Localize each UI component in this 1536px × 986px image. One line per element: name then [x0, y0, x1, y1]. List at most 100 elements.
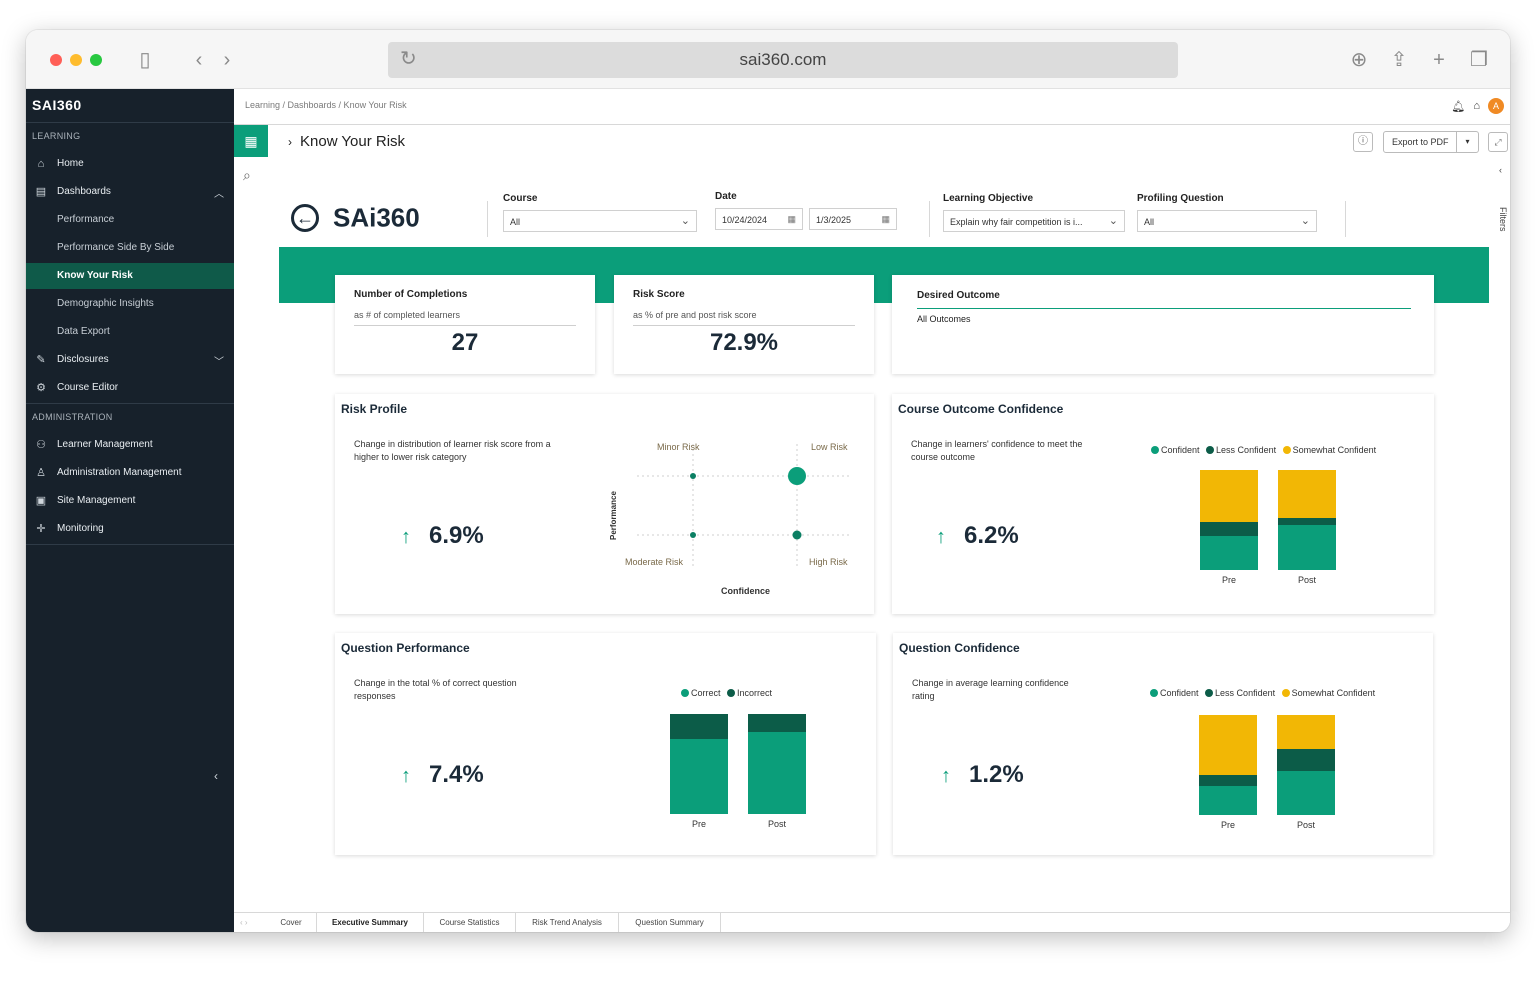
bar-segment[interactable]	[1278, 518, 1336, 525]
bar-segment[interactable]	[1277, 715, 1335, 749]
bar-segment[interactable]	[1199, 715, 1257, 775]
avatar[interactable]: A	[1488, 98, 1504, 114]
question-performance-bar-chart[interactable]: Pre Post	[658, 712, 818, 838]
kpi-title: Number of Completions	[354, 289, 468, 300]
bar-segment[interactable]	[748, 714, 806, 732]
bar-segment[interactable]	[1200, 522, 1258, 536]
outcome-value[interactable]: All Outcomes	[917, 314, 971, 324]
question-confidence-bar-chart[interactable]: Pre Post	[1187, 713, 1347, 839]
bar-segment[interactable]	[1278, 470, 1336, 518]
bell-icon[interactable]: 🔔︎	[1451, 100, 1465, 113]
tab-cover[interactable]: Cover	[266, 913, 317, 932]
legend-correct[interactable]: Correct	[681, 688, 721, 698]
sidebar-item-performance-side-by-side[interactable]: Performance Side By Side	[26, 235, 234, 261]
objective-select[interactable]: Explain why fair competition is i... ⌄	[943, 210, 1125, 232]
bar-segment[interactable]	[1200, 470, 1258, 522]
tabs-overview-icon[interactable]: ❐	[1466, 47, 1492, 73]
bar-segment[interactable]	[1278, 525, 1336, 570]
expand-icon[interactable]: ⤢	[1488, 132, 1508, 152]
category-label: Pre	[1222, 575, 1236, 585]
date-from-input[interactable]: 10/24/2024 ▦	[715, 208, 803, 230]
sidebar-item-course-editor[interactable]: ⚙ Course Editor	[26, 375, 234, 401]
filters-pane-toggle[interactable]: ‹ Filters	[1495, 165, 1510, 285]
tab-course-statistics[interactable]: Course Statistics	[424, 913, 516, 932]
sidebar-item-performance[interactable]: Performance	[26, 207, 234, 233]
legend-incorrect[interactable]: Incorrect	[727, 688, 772, 698]
sidebar-item-know-your-risk[interactable]: Know Your Risk	[26, 263, 234, 289]
sidebar-item-administration-management[interactable]: ♙ Administration Management	[26, 460, 234, 486]
scatter-point[interactable]	[690, 473, 696, 479]
bar-segment[interactable]	[670, 714, 728, 739]
chart-legend: Correct Incorrect	[681, 688, 776, 698]
minimize-window-button[interactable]	[70, 54, 82, 66]
info-button[interactable]: ⓘ	[1353, 132, 1373, 152]
legend-somewhat-confident[interactable]: Somewhat Confident	[1282, 445, 1376, 455]
chevron-right-icon[interactable]: ›	[288, 135, 292, 149]
scatter-point[interactable]	[690, 532, 696, 538]
tab-risk-trend-analysis[interactable]: Risk Trend Analysis	[516, 913, 619, 932]
sidebar-item-data-export[interactable]: Data Export	[26, 319, 234, 345]
legend-label: Confident	[1160, 688, 1199, 698]
divider	[26, 403, 234, 404]
bar-segment[interactable]	[748, 732, 806, 814]
sidebar-item-site-management[interactable]: ▣ Site Management	[26, 488, 234, 514]
tab-executive-summary[interactable]: Executive Summary	[317, 913, 424, 932]
scatter-point[interactable]	[788, 467, 806, 485]
forward-icon[interactable]: ›	[214, 47, 240, 73]
tab-question-summary[interactable]: Question Summary	[619, 913, 721, 932]
sidebar-logo[interactable]: SAI360	[32, 97, 82, 113]
bar-segment[interactable]	[1199, 786, 1257, 815]
bar-segment[interactable]	[670, 739, 728, 814]
download-icon[interactable]: ⊕	[1346, 47, 1372, 73]
legend-confident[interactable]: Confident	[1150, 688, 1199, 698]
calendar-icon[interactable]: ▦	[881, 214, 890, 225]
legend-less-confident[interactable]: Less Confident	[1206, 445, 1276, 455]
kpi-risk-card: Risk Score as % of pre and post risk sco…	[614, 275, 874, 374]
course-select[interactable]: All ⌄	[503, 210, 697, 232]
date-filter: Date 10/24/2024 ▦ 1/3/2025 ▦	[715, 191, 897, 230]
bar-segment[interactable]	[1199, 775, 1257, 786]
new-tab-icon[interactable]: +	[1426, 47, 1452, 73]
sidebar-item-monitoring[interactable]: ✛ Monitoring	[26, 516, 234, 542]
breadcrumb[interactable]: Learning / Dashboards / Know Your Risk	[245, 100, 407, 110]
share-icon[interactable]: ⇪	[1386, 47, 1412, 73]
bar-segment[interactable]	[1200, 536, 1258, 570]
bar-segment[interactable]	[1277, 771, 1335, 815]
legend-somewhat-confident[interactable]: Somewhat Confident	[1281, 688, 1375, 698]
sidebar-item-label: Monitoring	[57, 523, 104, 534]
arrow-up-icon: ↑	[936, 526, 946, 548]
sidebar-item-home[interactable]: ⌂ Home	[26, 151, 234, 177]
close-window-button[interactable]	[50, 54, 62, 66]
back-icon[interactable]: ‹	[186, 47, 212, 73]
sidebar-item-demographic-insights[interactable]: Demographic Insights	[26, 291, 234, 317]
sidebar-item-dashboards[interactable]: ▤ Dashboards ︿	[26, 179, 234, 205]
change-metric: ↑ 6.9%	[401, 522, 484, 550]
sidebar-item-learner-management[interactable]: ⚇ Learner Management	[26, 432, 234, 458]
sidebar-toggle-icon[interactable]: ▯	[132, 47, 158, 73]
calendar-icon[interactable]: ▦	[787, 214, 796, 225]
report-header: › Know Your Risk ⓘ Export to PDF ▾ ⤢	[268, 125, 1510, 159]
legend-confident[interactable]: Confident	[1151, 445, 1200, 455]
zoom-window-button[interactable]	[90, 54, 102, 66]
tab-scroll-icon[interactable]: ‹ ›	[240, 913, 248, 932]
risk-quadrant-chart[interactable]: Minor Risk Low Risk Moderate Risk High R…	[597, 430, 867, 606]
profiling-select[interactable]: All ⌄	[1137, 210, 1317, 232]
sidebar-item-disclosures[interactable]: ✎ Disclosures ﹀	[26, 347, 234, 373]
scatter-point[interactable]	[792, 530, 802, 540]
panel-title: Course Outcome Confidence	[898, 402, 1064, 416]
address-bar[interactable]: ↻ sai360.com	[388, 42, 1178, 78]
export-pdf-button[interactable]: Export to PDF ▾	[1383, 131, 1479, 153]
date-to-input[interactable]: 1/3/2025 ▦	[809, 208, 897, 230]
report-view-icon[interactable]: ▦	[234, 125, 268, 157]
back-arrow-icon[interactable]: ←	[291, 204, 319, 233]
bar-segment[interactable]	[1277, 749, 1335, 771]
course-confidence-bar-chart[interactable]: Pre Post	[1188, 468, 1348, 594]
select-value: All	[1144, 217, 1155, 227]
quadrant-label-minor: Minor Risk	[657, 442, 700, 452]
report-search-icon[interactable]: ⌕	[243, 167, 251, 184]
chevron-down-icon[interactable]: ▾	[1456, 132, 1478, 152]
home-icon[interactable]: ⌂	[1473, 100, 1480, 112]
legend-less-confident[interactable]: Less Confident	[1205, 688, 1275, 698]
admin-user-icon: ♙	[36, 467, 46, 479]
collapse-sidebar-icon[interactable]: ‹	[214, 769, 218, 783]
